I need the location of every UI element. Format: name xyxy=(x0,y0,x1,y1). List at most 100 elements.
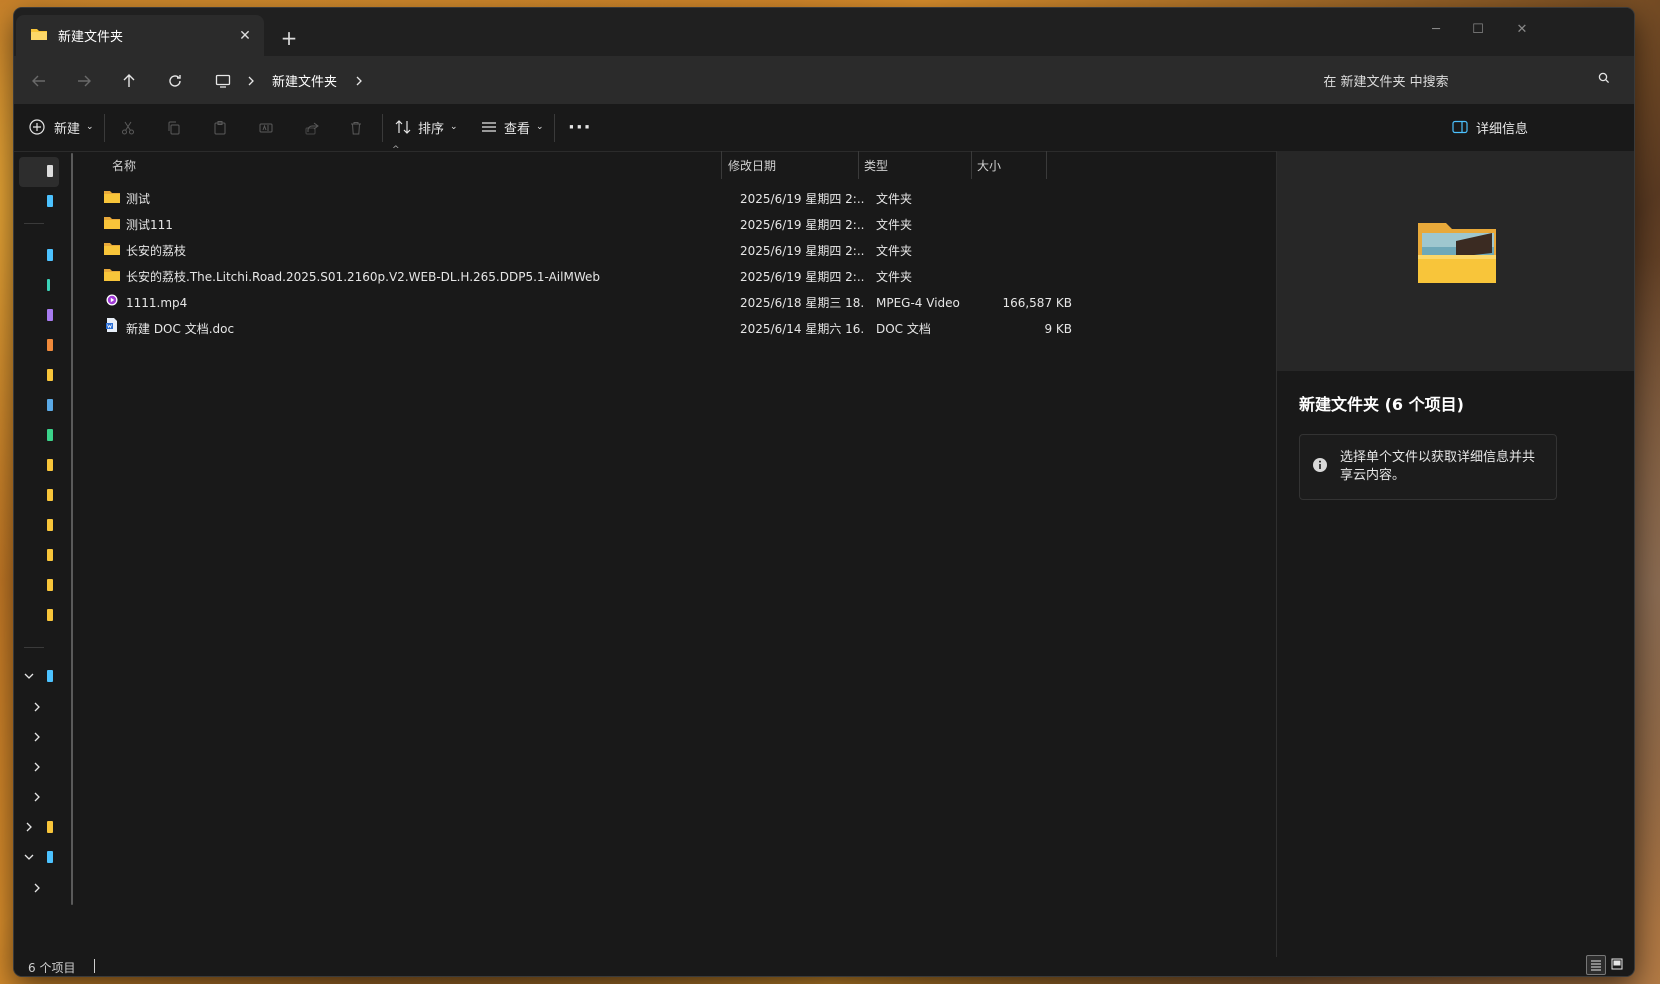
folder-icon[interactable] xyxy=(47,821,53,833)
file-date: 2025/6/19 星期四 2:... xyxy=(740,270,865,284)
downloads-icon[interactable] xyxy=(47,279,50,291)
videos-icon[interactable] xyxy=(47,429,53,441)
cut-icon[interactable] xyxy=(116,116,140,140)
file-row[interactable]: 长安的荔枝.The.Litchi.Road.2025.S01.2160p.V2.… xyxy=(100,264,1180,290)
column-header-size[interactable]: 大小 xyxy=(977,151,1001,179)
chevron-right-icon[interactable] xyxy=(30,700,44,714)
this-pc-button[interactable] xyxy=(208,66,238,96)
search-icon[interactable] xyxy=(1598,72,1610,88)
folder-icon[interactable] xyxy=(47,549,53,561)
this-pc-icon[interactable] xyxy=(47,670,53,682)
forward-button[interactable] xyxy=(69,66,99,96)
pictures-icon[interactable] xyxy=(47,339,53,351)
breadcrumb-item[interactable]: 新建文件夹 xyxy=(272,71,337,90)
chevron-right-icon[interactable] xyxy=(30,790,44,804)
column-divider[interactable] xyxy=(971,151,972,179)
arrow-left-icon xyxy=(32,75,45,87)
desktop-icon[interactable] xyxy=(47,249,53,261)
file-type: 文件夹 xyxy=(876,192,913,206)
delete-icon[interactable] xyxy=(344,116,368,140)
file-date: 2025/6/19 星期四 2:... xyxy=(740,192,865,206)
more-options-button[interactable]: ··· xyxy=(568,112,592,142)
close-tab-icon[interactable]: ✕ xyxy=(234,25,256,47)
column-header-date[interactable]: 修改日期 xyxy=(728,151,776,179)
new-button[interactable]: 新建 ⌄ xyxy=(28,112,94,142)
folder-icon[interactable] xyxy=(47,579,53,591)
view-list-icon xyxy=(482,122,496,132)
up-button[interactable] xyxy=(114,66,144,96)
monitor-icon xyxy=(215,74,231,88)
rename-icon[interactable] xyxy=(254,116,278,140)
chevron-right-icon[interactable] xyxy=(30,760,44,774)
folder-icon[interactable] xyxy=(47,489,53,501)
music-icon[interactable] xyxy=(47,399,53,411)
details-view-toggle[interactable] xyxy=(1586,955,1606,975)
column-header-type[interactable]: 类型 xyxy=(864,151,888,179)
file-type: 文件夹 xyxy=(876,218,913,232)
breadcrumb-chevron-icon[interactable] xyxy=(344,66,374,96)
nav-divider xyxy=(24,223,44,224)
network-icon[interactable] xyxy=(47,851,53,863)
new-tab-button[interactable]: + xyxy=(276,25,302,51)
folder-icon[interactable] xyxy=(47,609,53,621)
file-row[interactable]: 测试111 2025/6/19 星期四 2:... 文件夹 xyxy=(100,212,1180,238)
folder-icon[interactable] xyxy=(47,459,53,471)
chevron-down-icon[interactable] xyxy=(22,850,36,864)
file-row[interactable]: 新建 DOC 文档.doc 2025/6/14 星期六 16... DOC 文档… xyxy=(100,316,1180,342)
title-bar: 新建文件夹 ✕ + ─ ☐ ✕ xyxy=(14,8,1634,56)
chevron-right-icon[interactable] xyxy=(30,730,44,744)
tab-current-folder[interactable]: 新建文件夹 ✕ xyxy=(16,15,264,56)
details-pane-button[interactable]: 详细信息 xyxy=(1452,112,1528,142)
documents-icon[interactable] xyxy=(47,309,53,321)
file-date: 2025/6/18 星期三 18... xyxy=(740,296,865,310)
chevron-down-icon[interactable] xyxy=(22,669,36,683)
maximize-button[interactable]: ☐ xyxy=(1456,14,1500,44)
chevron-right-icon[interactable] xyxy=(30,881,44,895)
file-type: DOC 文档 xyxy=(876,322,931,336)
nav-scrollbar[interactable] xyxy=(71,153,73,905)
minimize-button[interactable]: ─ xyxy=(1414,14,1458,44)
breadcrumb-chevron-icon[interactable] xyxy=(236,66,266,96)
details-pane-label: 详细信息 xyxy=(1476,121,1529,137)
search-box[interactable]: 在 新建文件夹 中搜索 xyxy=(1174,64,1624,96)
sort-button[interactable]: 排序 ⌄ xyxy=(394,112,458,142)
column-divider[interactable] xyxy=(721,151,722,179)
details-pane-icon xyxy=(1452,120,1468,134)
sort-button-label: 排序 xyxy=(418,121,445,137)
file-list: ^ 名称 修改日期 类型 大小 测试 2025/6/19 星期四 2:... 文… xyxy=(84,145,1284,957)
back-button[interactable] xyxy=(24,66,54,96)
chevron-right-icon[interactable] xyxy=(22,820,36,834)
share-icon[interactable] xyxy=(300,116,324,140)
paste-icon[interactable] xyxy=(208,116,232,140)
column-divider[interactable] xyxy=(1046,151,1047,179)
view-button-label: 查看 xyxy=(504,121,531,137)
details-title: 新建文件夹 (6 个项目) xyxy=(1299,395,1464,414)
column-header-name[interactable]: 名称 xyxy=(112,151,136,179)
toolbar-divider xyxy=(382,114,383,142)
folder-icon[interactable] xyxy=(47,519,53,531)
file-row[interactable]: 长安的荔枝 2025/6/19 星期四 2:... 文件夹 xyxy=(100,238,1180,264)
gallery-icon[interactable] xyxy=(47,195,53,207)
nav-item-selected[interactable] xyxy=(19,157,59,187)
preview-area xyxy=(1277,151,1634,371)
tiles-view-toggle[interactable] xyxy=(1608,955,1626,973)
details-pane: 新建文件夹 (6 个项目) 选择单个文件以获取详细信息并共享云内容。 xyxy=(1276,151,1634,957)
video-file-icon xyxy=(104,290,120,316)
close-window-button[interactable]: ✕ xyxy=(1500,14,1544,44)
home-icon[interactable] xyxy=(47,165,53,177)
address-bar: 新建文件夹 在 新建文件夹 中搜索 xyxy=(14,56,1634,104)
toolbar-divider xyxy=(554,114,555,142)
file-size: 9 KB xyxy=(1044,322,1072,336)
refresh-button[interactable] xyxy=(160,66,190,96)
view-button[interactable]: 查看 ⌄ xyxy=(480,112,544,142)
copy-icon[interactable] xyxy=(162,116,186,140)
command-bar: 新建 ⌄ 排序 ⌄ 查看 ⌄ ··· 详细信息 xyxy=(14,104,1634,152)
arrow-right-icon xyxy=(78,75,91,87)
file-name: 测试111 xyxy=(126,218,173,232)
file-row[interactable]: 1111.mp4 2025/6/18 星期三 18... MPEG-4 Vide… xyxy=(100,290,1180,316)
search-input[interactable]: 在 新建文件夹 中搜索 xyxy=(1174,71,1598,90)
file-row[interactable]: 测试 2025/6/19 星期四 2:... 文件夹 xyxy=(100,186,1180,212)
column-divider[interactable] xyxy=(858,151,859,179)
folder-icon[interactable] xyxy=(47,369,53,381)
folder-icon xyxy=(104,264,120,290)
